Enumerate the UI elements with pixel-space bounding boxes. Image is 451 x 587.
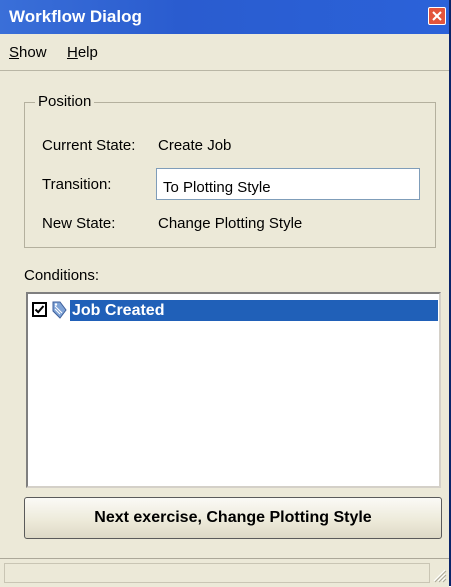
conditions-label: Conditions: bbox=[24, 267, 100, 284]
resize-grip-icon[interactable] bbox=[431, 567, 447, 583]
menu-help-accelerator: H bbox=[67, 44, 78, 61]
transition-input[interactable] bbox=[156, 168, 420, 200]
close-icon bbox=[432, 11, 442, 21]
close-button[interactable] bbox=[428, 7, 446, 25]
condition-checkbox[interactable] bbox=[32, 302, 47, 317]
new-state-label: New State: bbox=[42, 215, 116, 232]
menu-show[interactable]: Show bbox=[9, 44, 47, 61]
menu-help[interactable]: Help bbox=[67, 44, 98, 61]
conditions-list[interactable]: Job Created bbox=[26, 292, 441, 488]
window-title: Workflow Dialog bbox=[9, 7, 142, 26]
current-state-label: Current State: bbox=[42, 137, 136, 154]
menu-show-accelerator: S bbox=[9, 44, 20, 61]
title-bar[interactable]: Workflow Dialog bbox=[0, 0, 449, 34]
checkmark-icon bbox=[34, 305, 45, 314]
condition-label-job-created: Job Created bbox=[70, 300, 438, 321]
status-panel bbox=[4, 563, 430, 583]
workflow-dialog-window: Workflow Dialog Show Help Position Curre… bbox=[0, 0, 451, 587]
menu-show-label: how bbox=[19, 44, 47, 61]
current-state-value: Create Job bbox=[158, 137, 232, 154]
status-bar bbox=[0, 558, 449, 587]
menu-help-label: elp bbox=[77, 44, 98, 61]
new-state-value: Change Plotting Style bbox=[158, 215, 303, 232]
menu-bar: Show Help bbox=[0, 34, 449, 71]
transition-label: Transition: bbox=[42, 176, 112, 193]
position-legend: Position bbox=[35, 93, 95, 110]
list-item[interactable]: Job Created bbox=[30, 300, 438, 321]
next-exercise-button[interactable]: Next exercise, Change Plotting Style bbox=[24, 497, 442, 539]
tag-icon bbox=[52, 301, 67, 319]
